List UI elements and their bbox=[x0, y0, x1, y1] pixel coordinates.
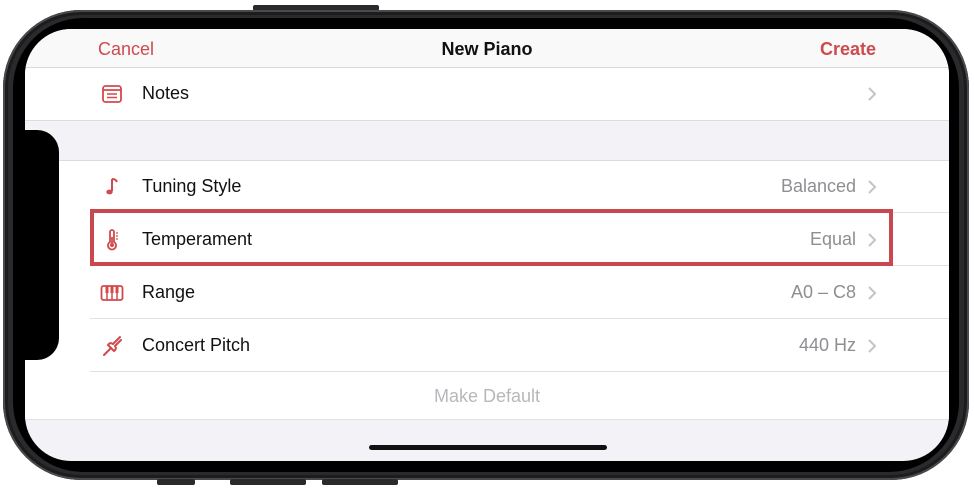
row-notes[interactable]: Notes bbox=[25, 68, 949, 120]
music-note-icon bbox=[106, 178, 118, 195]
row-tuning-style[interactable]: Tuning Style Balanced bbox=[25, 161, 949, 213]
notes-group: Notes bbox=[25, 68, 949, 121]
page-title: New Piano bbox=[441, 39, 533, 59]
notch bbox=[25, 130, 59, 360]
create-button[interactable]: Create bbox=[820, 39, 876, 60]
chevron-right-icon bbox=[868, 286, 877, 300]
piano-keys-icon bbox=[100, 285, 124, 301]
chevron-right-icon bbox=[868, 180, 877, 194]
volume-button bbox=[157, 479, 195, 485]
chevron-right-icon bbox=[868, 87, 877, 101]
row-value: A0 – C8 bbox=[790, 282, 856, 302]
row-label: Concert Pitch bbox=[142, 335, 251, 355]
settings-group: Tuning Style Balanced Temperament Equal bbox=[25, 160, 949, 373]
navigation-bar: Cancel New Piano Create bbox=[25, 29, 949, 68]
volume-button bbox=[322, 479, 398, 485]
row-value: Balanced bbox=[780, 176, 856, 196]
selection-highlight bbox=[90, 209, 893, 266]
row-range[interactable]: Range A0 – C8 bbox=[25, 267, 949, 319]
tuning-fork-icon bbox=[103, 336, 122, 356]
row-label: Notes bbox=[142, 83, 190, 103]
chevron-right-icon bbox=[868, 339, 877, 353]
home-indicator[interactable] bbox=[369, 445, 607, 450]
make-default-button[interactable]: Make Default bbox=[25, 386, 949, 407]
volume-button bbox=[230, 479, 306, 485]
row-concert-pitch[interactable]: Concert Pitch 440 Hz bbox=[25, 320, 949, 372]
divider bbox=[25, 419, 949, 420]
row-label: Tuning Style bbox=[142, 176, 242, 196]
row-value: 440 Hz bbox=[798, 335, 856, 355]
row-label: Range bbox=[142, 282, 196, 302]
notes-icon bbox=[102, 85, 122, 103]
